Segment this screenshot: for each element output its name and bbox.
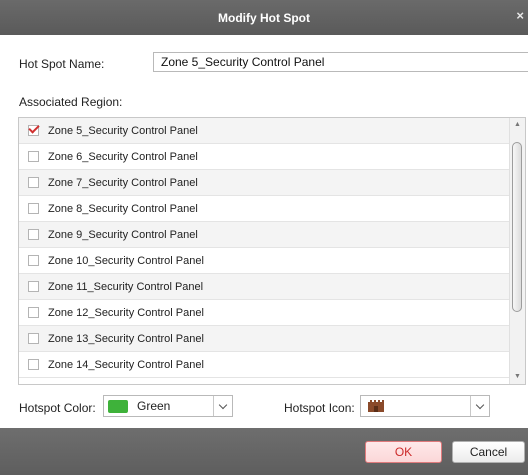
list-item[interactable]: Zone 12_Security Control Panel <box>19 300 509 326</box>
region-item-label: Zone 10_Security Control Panel <box>48 254 204 267</box>
region-item-label: Zone 8_Security Control Panel <box>48 202 198 215</box>
list-item[interactable]: Zone 14_Security Control Panel <box>19 352 509 378</box>
region-item-label: Zone 6_Security Control Panel <box>48 150 198 163</box>
checkbox[interactable] <box>28 255 39 266</box>
hotspot-color-select[interactable]: Green <box>103 395 233 417</box>
scroll-down-arrow-icon[interactable]: ▼ <box>510 370 525 384</box>
hotspot-icon-select[interactable] <box>360 395 490 417</box>
list-item[interactable]: Zone 7_Security Control Panel <box>19 170 509 196</box>
icon-dropdown-button[interactable] <box>470 396 489 416</box>
region-item-label: Zone 14_Security Control Panel <box>48 358 204 371</box>
hotspot-name-input[interactable] <box>153 52 528 72</box>
list-item[interactable]: Zone 11_Security Control Panel <box>19 274 509 300</box>
ok-button[interactable]: OK <box>365 441 442 463</box>
dialog-title: Modify Hot Spot <box>218 10 310 25</box>
dialog-titlebar: Modify Hot Spot × <box>0 0 528 35</box>
hotspot-color-value: Green <box>137 399 171 413</box>
list-item[interactable]: Zone 5_Security Control Panel <box>19 118 509 144</box>
list-item[interactable]: Zone 8_Security Control Panel <box>19 196 509 222</box>
scroll-thumb[interactable] <box>512 142 522 312</box>
checkbox[interactable] <box>28 333 39 344</box>
checkbox[interactable] <box>28 151 39 162</box>
list-item[interactable]: Zone 6_Security Control Panel <box>19 144 509 170</box>
hotspot-icon-label: Hotspot Icon: <box>284 401 355 415</box>
checkbox[interactable] <box>28 177 39 188</box>
dialog-footer <box>0 428 528 475</box>
color-dropdown-button[interactable] <box>213 396 232 416</box>
castle-icon <box>368 400 384 412</box>
checkbox[interactable] <box>28 307 39 318</box>
associated-region-label: Associated Region: <box>19 95 123 109</box>
chevron-down-icon <box>218 400 228 409</box>
hotspot-color-label: Hotspot Color: <box>19 401 96 415</box>
green-swatch-icon <box>108 399 128 413</box>
region-item-label: Zone 11_Security Control Panel <box>48 280 204 293</box>
chevron-down-icon <box>475 400 485 409</box>
region-item-label: Zone 7_Security Control Panel <box>48 176 198 189</box>
region-item-label: Zone 5_Security Control Panel <box>48 124 198 137</box>
list-item[interactable]: Zone 9_Security Control Panel <box>19 222 509 248</box>
cancel-button[interactable]: Cancel <box>452 441 525 463</box>
region-items: Zone 5_Security Control Panel Zone 6_Secu… <box>19 118 509 378</box>
close-icon[interactable]: × <box>516 9 524 23</box>
checkbox[interactable] <box>28 229 39 240</box>
region-item-label: Zone 9_Security Control Panel <box>48 228 198 241</box>
checkbox[interactable] <box>28 203 39 214</box>
associated-region-list: Zone 5_Security Control Panel Zone 6_Secu… <box>18 117 526 385</box>
checkbox[interactable] <box>28 359 39 370</box>
list-item[interactable]: Zone 13_Security Control Panel <box>19 326 509 352</box>
list-scrollbar[interactable]: ▲ ▼ <box>509 118 525 384</box>
list-item[interactable]: Zone 10_Security Control Panel <box>19 248 509 274</box>
scroll-up-arrow-icon[interactable]: ▲ <box>510 118 525 132</box>
checkbox-checked[interactable] <box>28 125 39 136</box>
modify-hotspot-dialog: Modify Hot Spot × Hot Spot Name: Associa… <box>0 0 528 475</box>
checkbox[interactable] <box>28 281 39 292</box>
region-item-label: Zone 13_Security Control Panel <box>48 332 204 345</box>
hotspot-name-label: Hot Spot Name: <box>19 57 105 71</box>
region-item-label: Zone 12_Security Control Panel <box>48 306 204 319</box>
